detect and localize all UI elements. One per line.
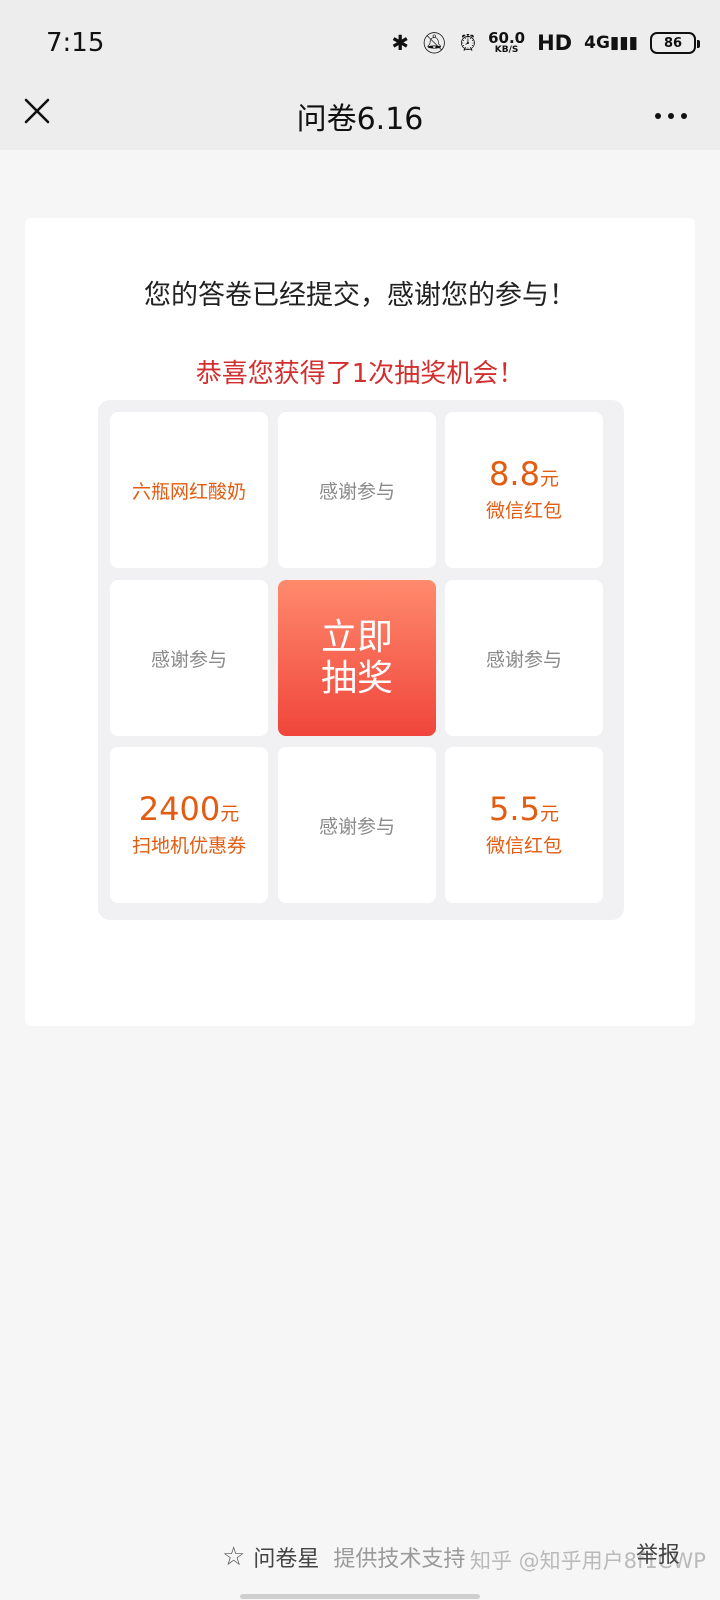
prize-label: 感谢参与 — [485, 648, 562, 671]
prize-amount-value: 2400 — [138, 789, 221, 828]
more-icon[interactable] — [646, 94, 696, 138]
battery-level: 86 — [663, 35, 683, 51]
signal-label: 4G — [584, 33, 610, 53]
support-text: 提供技术支持 — [333, 1547, 466, 1572]
prize-cell-yogurt: 六瓶网红酸奶 — [110, 412, 268, 568]
prize-label: 微信红包 — [485, 500, 562, 523]
mute-bell-icon: 🔕︎ — [421, 30, 448, 55]
network-speed: 60.0 KB/S — [488, 31, 525, 55]
battery-icon: 86 — [650, 32, 700, 54]
status-icons: ✱ 🔕︎ ⏰︎ 60.0 KB/S HD 4G▮▮▮ 86 — [391, 28, 700, 58]
result-card: 您的答卷已经提交，感谢您的参与！ 恭喜您获得了1次抽奖机会！ 六瓶网红酸奶 感谢… — [25, 218, 695, 1026]
lottery-chance-message: 恭喜您获得了1次抽奖机会！ — [195, 359, 525, 389]
hd-indicator: HD — [537, 31, 573, 55]
prize-amount-unit: 元 — [539, 802, 559, 825]
prize-cell-thanks: 感谢参与 — [278, 747, 436, 903]
network-speed-value: 60.0 — [488, 29, 526, 47]
home-indicator[interactable] — [240, 1594, 480, 1599]
prize-amount-unit: 元 — [220, 802, 240, 825]
prize-amount-value: 5.5 — [489, 789, 540, 828]
prize-label: 六瓶网红酸奶 — [131, 480, 246, 503]
prize-label: 感谢参与 — [318, 815, 395, 838]
prize-label: 感谢参与 — [150, 648, 227, 671]
brand-name: 问卷星 — [253, 1547, 320, 1572]
prize-amount: 2400元 — [138, 789, 240, 828]
nav-bar: 问卷6.16 — [0, 84, 720, 150]
network-speed-unit: KB/S — [494, 45, 519, 55]
prize-amount-unit: 元 — [539, 467, 559, 490]
draw-button-line2: 抽奖 — [320, 658, 393, 699]
report-link[interactable]: 举报 — [636, 1537, 680, 1569]
prize-cell-red-packet-8-8: 8.8元 微信红包 — [445, 412, 603, 568]
lottery-grid: 六瓶网红酸奶 感谢参与 8.8元 微信红包 感谢参与 立即 抽奖 感谢参与 24… — [98, 400, 624, 920]
prize-cell-thanks: 感谢参与 — [110, 580, 268, 736]
prize-cell-vacuum-coupon: 2400元 扫地机优惠券 — [110, 747, 268, 903]
prize-cell-red-packet-5-5: 5.5元 微信红包 — [445, 747, 603, 903]
status-time: 7:15 — [46, 28, 105, 58]
prize-cell-thanks: 感谢参与 — [445, 580, 603, 736]
star-icon: ☆ — [222, 1542, 246, 1572]
prize-amount: 8.8元 — [489, 454, 559, 493]
page-title: 问卷6.16 — [296, 102, 424, 137]
prize-label: 微信红包 — [485, 835, 562, 858]
bluetooth-icon: ✱ — [391, 30, 410, 55]
prize-cell-thanks: 感谢参与 — [278, 412, 436, 568]
prize-amount: 5.5元 — [489, 789, 559, 828]
draw-button-line1: 立即 — [320, 616, 393, 658]
prize-label: 扫地机优惠券 — [131, 835, 246, 858]
prize-amount-value: 8.8 — [489, 454, 540, 493]
alarm-icon: ⏰︎ — [459, 30, 477, 55]
signal-indicator: 4G▮▮▮ — [584, 33, 638, 53]
footer: ☆ 问卷星 提供技术支持 知乎 @知乎用户8f1CWP 举报 — [0, 1535, 720, 1585]
prize-label: 感谢参与 — [318, 480, 395, 503]
footer-brand[interactable]: ☆ 问卷星 提供技术支持 — [222, 1541, 465, 1573]
status-bar: 7:15 ✱ 🔕︎ ⏰︎ 60.0 KB/S HD 4G▮▮▮ 86 — [0, 0, 720, 84]
submission-thanks-message: 您的答卷已经提交，感谢您的参与！ — [144, 280, 576, 311]
draw-lottery-button[interactable]: 立即 抽奖 — [278, 580, 436, 736]
